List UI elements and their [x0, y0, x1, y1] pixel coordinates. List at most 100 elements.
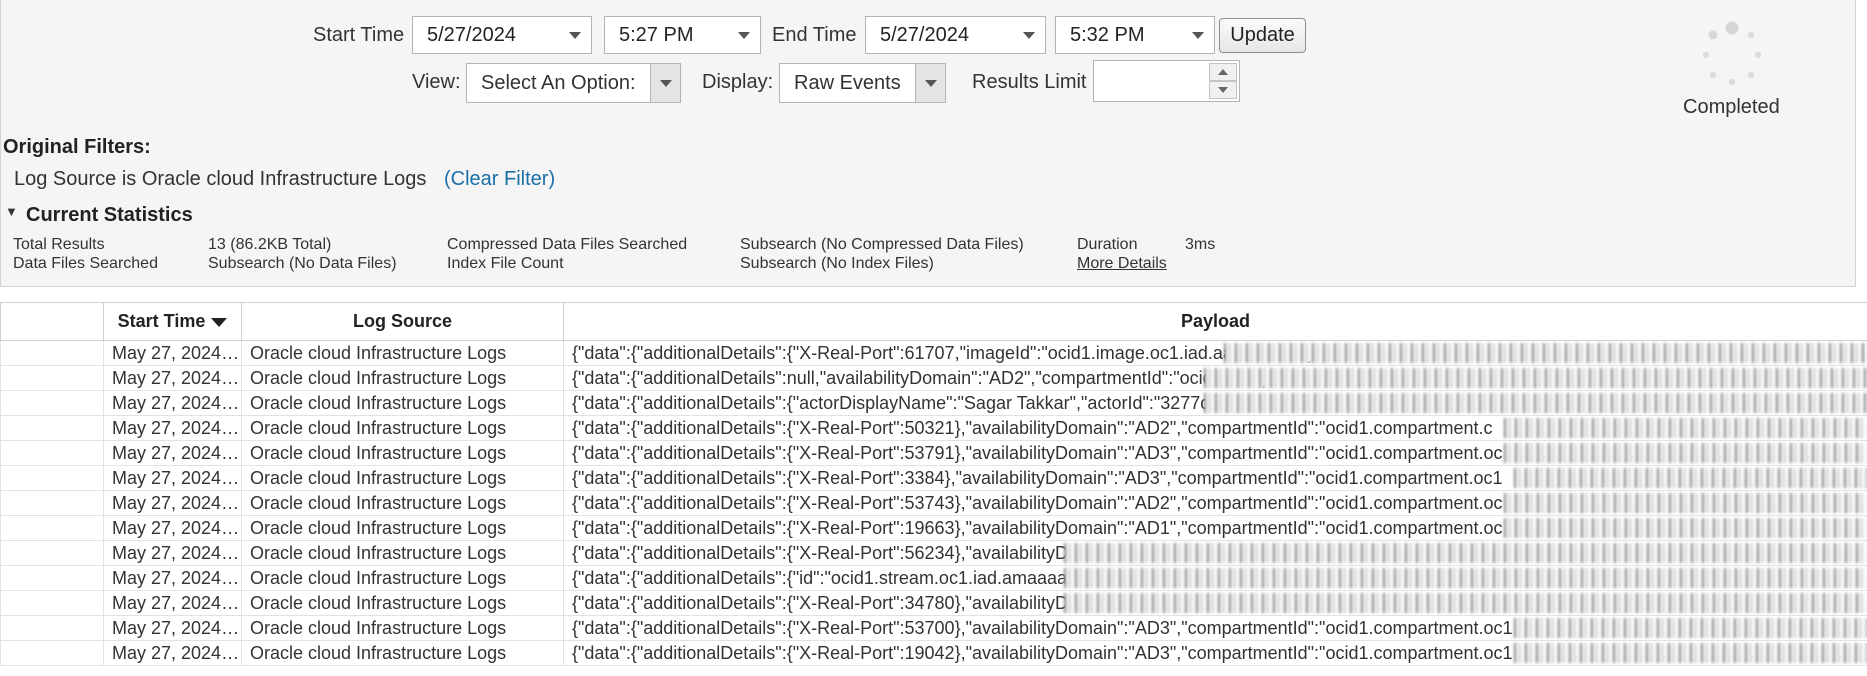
start-date-picker[interactable]: 5/27/2024 [412, 16, 592, 54]
payload-cell[interactable]: {"data":{"additionalDetails":{"X-Real-Po… [563, 415, 1867, 441]
row-select-cell[interactable] [0, 490, 104, 516]
payload-cell[interactable]: {"data":{"additionalDetails":{"X-Real-Po… [563, 515, 1867, 541]
table-row[interactable]: May 27, 2024 5:27:31 PMOracle cloud Infr… [0, 640, 1867, 666]
payload-cell[interactable]: {"data":{"additionalDetails":{"id":"ocid… [563, 565, 1867, 591]
index-file-count-value: Subsearch (No Index Files) [740, 255, 934, 272]
results-body: May 27, 2024 5:31:52 PM Oracle cloud Infr… [0, 340, 1867, 666]
start-date-value: 5/27/2024 [427, 24, 516, 46]
payload-cell[interactable]: {"data":{"additionalDetails":{"X-Real-Po… [563, 640, 1867, 666]
log-source-cell: Oracle cloud Infrastructure Logs [241, 490, 564, 516]
table-row[interactable]: May 27, 2024 5:29:17 PMOracle cloud Infr… [0, 540, 1867, 566]
table-row[interactable]: May 27, 2024 5:29:44 PMOracle cloud Infr… [0, 515, 1867, 541]
payload-cell[interactable]: {"data":{"additionalDetails":{"X-Real-Po… [563, 590, 1867, 616]
log-source-cell: Oracle cloud Infrastructure Logs [241, 465, 564, 491]
duration-label: Duration [1077, 236, 1138, 253]
start-time-cell: May 27, 2024 5:31:48 PM [103, 365, 242, 391]
more-details-label[interactable]: More Details [1077, 255, 1167, 272]
column-header-payload[interactable]: Payload [563, 302, 1867, 341]
row-select-cell[interactable] [0, 590, 104, 616]
row-select-cell[interactable] [0, 540, 104, 566]
increment-arrow-icon[interactable] [1209, 63, 1237, 81]
payload-cell[interactable]: {"data":{"additionalDetails":{"X-Real-Po… [563, 540, 1867, 566]
end-date-value: 5/27/2024 [880, 24, 969, 46]
view-label: View: [412, 71, 461, 93]
compressed-files-value: Subsearch (No Compressed Data Files) [740, 236, 1024, 253]
log-source-cell: Oracle cloud Infrastructure Logs [241, 565, 564, 591]
table-row[interactable]: May 27, 2024 5:27:56 PMOracle cloud Infr… [0, 615, 1867, 641]
payload-text: {"data":{"additionalDetails":{"id":"ocid… [572, 567, 1128, 588]
table-row[interactable]: May 27, 2024 5:28:50 PMOracle cloud Infr… [0, 565, 1867, 591]
chevron-down-icon [1023, 32, 1035, 39]
chevron-down-icon[interactable] [650, 64, 680, 102]
row-select-cell[interactable] [0, 415, 104, 441]
start-time-picker[interactable]: 5:27 PM [604, 16, 761, 54]
row-select-cell[interactable] [0, 515, 104, 541]
row-select-cell[interactable] [0, 340, 104, 366]
table-row[interactable]: May 27, 2024 5:30:31 PMOracle cloud Infr… [0, 465, 1867, 491]
start-time-cell: May 27, 2024 5:31:40 PM [103, 390, 242, 416]
payload-text: {"data":{"additionalDetails":{"X-Real-Po… [572, 342, 1326, 363]
table-row[interactable]: May 27, 2024 5:31:40 PMOracle cloud Infr… [0, 390, 1867, 416]
payload-cell[interactable]: {"data":{"additionalDetails":{"X-Real-Po… [563, 340, 1867, 366]
log-source-cell: Oracle cloud Infrastructure Logs [241, 540, 564, 566]
data-files-label: Data Files Searched [13, 255, 158, 272]
payload-cell[interactable]: {"data":{"additionalDetails":{"X-Real-Po… [563, 490, 1867, 516]
payload-cell[interactable]: {"data":{"additionalDetails":{"X-Real-Po… [563, 465, 1867, 491]
clear-filter-link[interactable]: (Clear Filter) [444, 168, 555, 191]
view-select[interactable]: Select An Option: [466, 63, 681, 103]
row-select-cell[interactable] [0, 615, 104, 641]
start-time-cell: May 27, 2024 5:31:12 PM [103, 415, 242, 441]
redacted-content [1504, 418, 1867, 438]
end-time-picker[interactable]: 5:32 PM [1055, 16, 1215, 54]
redacted-content [1064, 593, 1867, 613]
table-row[interactable]: May 27, 2024 5:31:48 PMOracle cloud Infr… [0, 365, 1867, 391]
table-row[interactable]: May 27, 2024 5:30:05 PMOracle cloud Infr… [0, 490, 1867, 516]
row-select-cell[interactable] [0, 390, 104, 416]
sort-descending-icon[interactable] [211, 317, 228, 327]
payload-cell[interactable]: {"data":{"additionalDetails":null,"avail… [563, 365, 1867, 391]
column-header-log-source[interactable]: Log Source [241, 302, 564, 341]
results-limit-field[interactable] [1094, 61, 1206, 101]
row-select-cell[interactable] [0, 365, 104, 391]
column-header-start-time-label[interactable]: Start Time [118, 311, 206, 331]
update-button[interactable]: Update [1219, 18, 1306, 53]
payload-cell[interactable]: {"data":{"additionalDetails":{"actorDisp… [563, 390, 1867, 416]
results-limit-stepper[interactable] [1093, 60, 1240, 102]
log-source-cell: Oracle cloud Infrastructure Logs [241, 515, 564, 541]
row-select-cell[interactable] [0, 440, 104, 466]
end-time-value: 5:32 PM [1070, 24, 1145, 46]
start-time-cell: May 27, 2024 5:27:56 PM [103, 615, 242, 641]
collapse-triangle-icon[interactable]: ▼ [5, 204, 18, 219]
payload-text: {"data":{"additionalDetails":{"X-Real-Po… [572, 542, 1147, 563]
start-time-cell: May 27, 2024 5:31:52 PM [103, 340, 242, 366]
log-source-cell: Oracle cloud Infrastructure Logs [241, 615, 564, 641]
decrement-arrow-icon[interactable] [1209, 81, 1237, 99]
redacted-content [1514, 618, 1867, 638]
active-filter: Log Source is Oracle cloud Infrastructur… [14, 168, 427, 190]
redacted-content [1514, 468, 1867, 488]
table-row[interactable]: May 27, 2024 5:31:12 PMOracle cloud Infr… [0, 415, 1867, 441]
column-header-select [0, 302, 104, 341]
start-time-cell: May 27, 2024 5:30:31 PM [103, 465, 242, 491]
display-select[interactable]: Raw Events [779, 63, 946, 103]
column-header-start-time[interactable]: Start Time [103, 302, 242, 341]
payload-cell[interactable]: {"data":{"additionalDetails":{"X-Real-Po… [563, 615, 1867, 641]
end-date-picker[interactable]: 5/27/2024 [865, 16, 1046, 54]
table-row[interactable]: May 27, 2024 5:31:52 PMOracle cloud Infr… [0, 340, 1867, 366]
total-results-value: 13 (86.2KB Total) [208, 236, 332, 253]
table-row[interactable]: May 27, 2024 5:30:58 PMOracle cloud Infr… [0, 440, 1867, 466]
redacted-content [1204, 368, 1867, 388]
payload-cell[interactable]: {"data":{"additionalDetails":{"X-Real-Po… [563, 440, 1867, 466]
total-results-label: Total Results [13, 236, 105, 253]
log-source-cell: Oracle cloud Infrastructure Logs [241, 590, 564, 616]
current-statistics-heading[interactable]: Current Statistics [26, 204, 193, 227]
row-select-cell[interactable] [0, 565, 104, 591]
view-select-value: Select An Option: [481, 72, 636, 94]
table-row[interactable]: May 27, 2024 5:28:22 PMOracle cloud Infr… [0, 590, 1867, 616]
display-select-value: Raw Events [794, 72, 901, 94]
row-select-cell[interactable] [0, 640, 104, 666]
chevron-down-icon[interactable] [915, 64, 945, 102]
payload-text: {"data":{"additionalDetails":{"X-Real-Po… [572, 517, 1503, 538]
more-details-link[interactable]: More Details [1077, 255, 1167, 273]
row-select-cell[interactable] [0, 465, 104, 491]
